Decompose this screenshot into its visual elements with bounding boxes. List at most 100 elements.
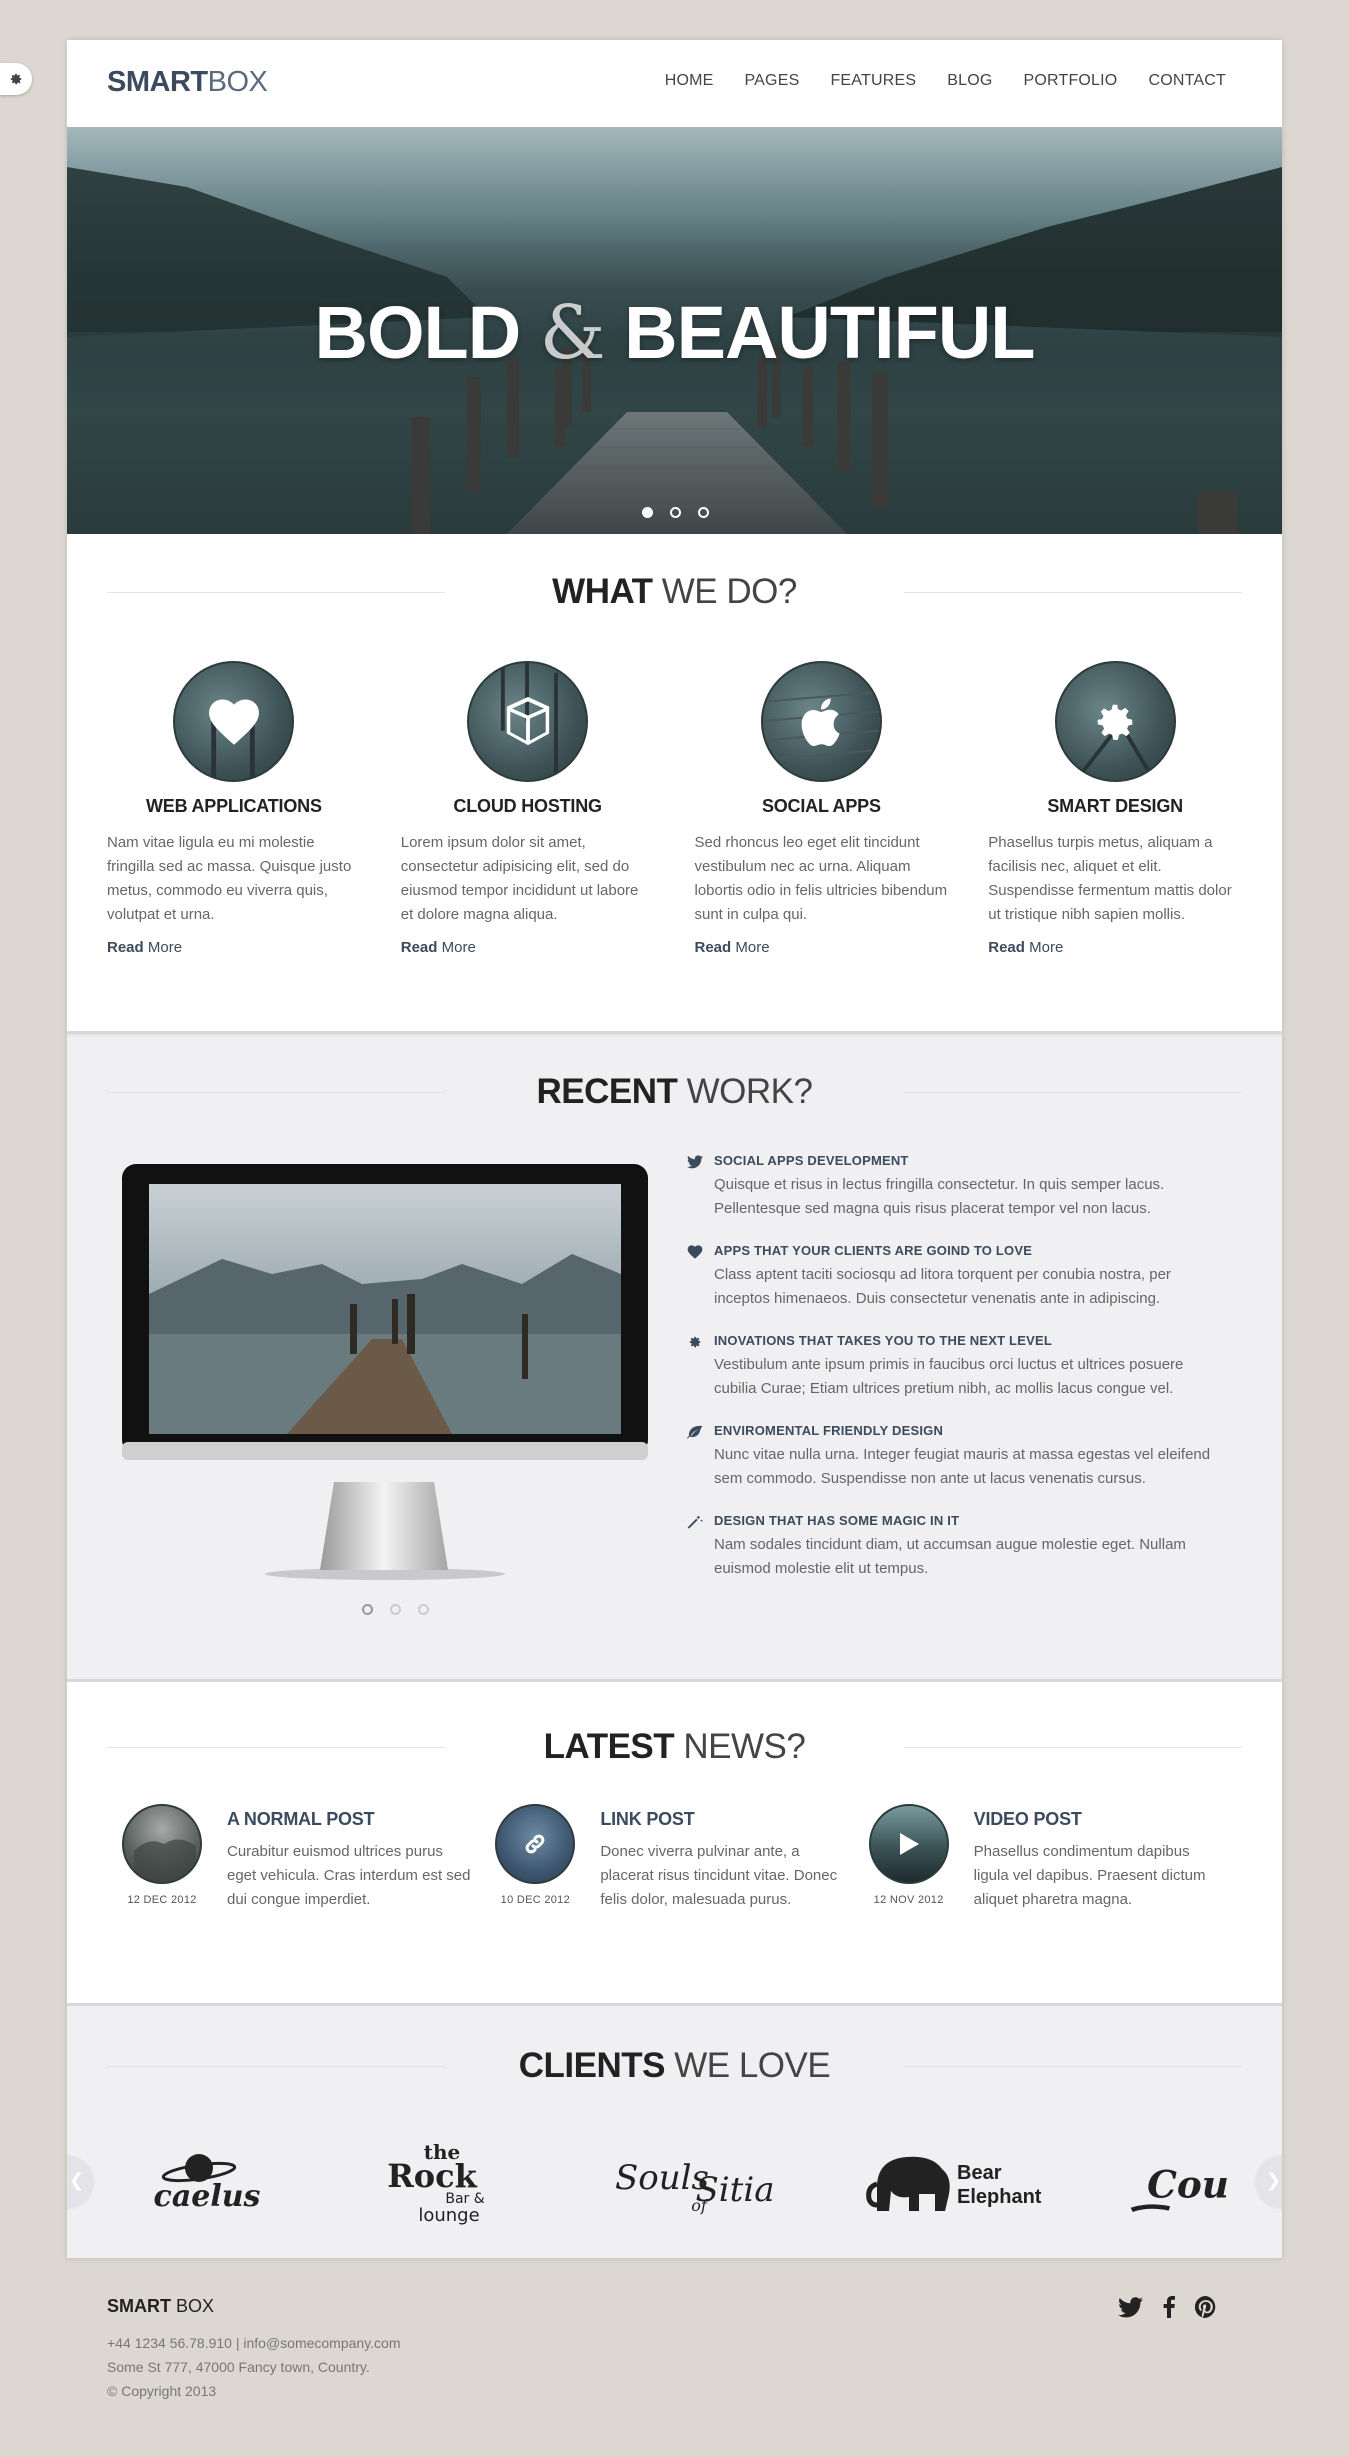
play-icon [899, 1833, 919, 1855]
footer-copyright: © Copyright 2013 [107, 2383, 217, 2399]
svg-text:lounge: lounge [418, 2205, 479, 2226]
site-logo[interactable]: SMARTBOX [107, 66, 268, 99]
nav-portfolio[interactable]: PORTFOLIO [1023, 72, 1117, 90]
portfolio-dot-1[interactable] [362, 1604, 373, 1615]
hero-dot-1[interactable] [642, 507, 653, 518]
service-title: SMART DESIGN [1047, 796, 1183, 816]
nav-blog[interactable]: BLOG [947, 72, 992, 90]
portfolio-dot-2[interactable] [390, 1604, 401, 1615]
read-more-link[interactable]: Read More [695, 939, 949, 956]
twitter-icon [687, 1155, 703, 1169]
clients-section: CLIENTS WE LOVE ❮ ❯ caelus the Rock Bar … [67, 2003, 1282, 2258]
service-card: SOCIAL APPS Sed rhoncus leo eget elit ti… [695, 661, 949, 956]
hero-pagination [642, 507, 709, 518]
footer-logo[interactable]: SMART BOX [107, 2296, 401, 2317]
nav-features[interactable]: FEATURES [830, 72, 916, 90]
news-post: 12 NOV 2012 VIDEO POST Phasellus condime… [868, 1804, 1242, 1954]
svg-text:caelus: caelus [154, 2179, 261, 2214]
service-icon-circle[interactable] [467, 661, 589, 782]
clients-next-button[interactable]: ❯ [1256, 2156, 1282, 2208]
chevron-left-icon: ❮ [69, 2170, 85, 2190]
cube-icon [506, 696, 549, 745]
news-post: 12 DEC 2012 A NORMAL POST Curabitur euis… [122, 1804, 495, 1954]
facebook-icon[interactable] [1163, 2296, 1175, 2318]
leaf-icon [687, 1425, 703, 1439]
latest-news-section: LATEST NEWS? 12 DEC 2012 A NORMAL POST C… [67, 1679, 1282, 2003]
clients-prev-button[interactable]: ❮ [67, 2156, 93, 2208]
post-title[interactable]: A NORMAL POST [227, 1809, 472, 1830]
gear-icon [1097, 704, 1134, 740]
gear-icon [689, 1336, 701, 1348]
news-post: 10 DEC 2012 LINK POST Donec viverra pulv… [495, 1804, 868, 1954]
service-text: Sed rhoncus leo eget elit tincidunt vest… [694, 834, 948, 923]
what-we-do-heading: WHAT WE DO? [67, 572, 1282, 612]
post-thumbnail[interactable] [868, 1804, 949, 1884]
post-title[interactable]: LINK POST [600, 1809, 845, 1830]
feature-text: Vestibulum ante ipsum primis in faucibus… [714, 1356, 1184, 1397]
post-excerpt: Donec viverra pulvinar ante, a placerat … [600, 1843, 838, 1908]
client-logo-the-rock[interactable]: the Rock Bar & lounge [377, 2139, 517, 2229]
clients-heading: CLIENTS WE LOVE [67, 2046, 1282, 2086]
link-icon [525, 1834, 545, 1854]
service-icon-circle[interactable] [760, 661, 882, 782]
settings-tab[interactable] [0, 63, 32, 95]
service-card: SMART DESIGN Phasellus turpis metus, ali… [988, 661, 1242, 956]
the-rock-logo: the Rock Bar & lounge [387, 2140, 485, 2226]
service-icon-circle[interactable] [173, 661, 295, 782]
chevron-right-icon: ❯ [1266, 2170, 1282, 2190]
feature-item: APPS THAT YOUR CLIENTS ARE GOIND TO LOVE… [687, 1243, 1227, 1311]
service-text: Lorem ipsum dolor sit amet, consectetur … [400, 834, 639, 923]
portfolio-slider [122, 1164, 648, 1615]
post-date: 10 DEC 2012 [500, 1894, 570, 1906]
recent-work-heading: RECENT WORK? [67, 1072, 1282, 1112]
hero-dot-2[interactable] [670, 507, 681, 518]
bear-elephant-logo: Bear Elephant [866, 2156, 1042, 2211]
portfolio-dot-3[interactable] [418, 1604, 429, 1615]
nav-home[interactable]: HOME [665, 72, 714, 90]
read-more-link[interactable]: Read More [107, 939, 361, 956]
caelus-logo: caelus [154, 2154, 261, 2214]
pinterest-icon[interactable] [1195, 2296, 1217, 2318]
service-card: WEB APPLICATIONS Nam vitae ligula eu mi … [107, 661, 361, 956]
post-thumbnail[interactable] [122, 1804, 202, 1884]
gear-icon [10, 73, 22, 85]
svg-text:Cou: Cou [1147, 2163, 1229, 2207]
feature-title: DESIGN THAT HAS SOME MAGIC IN IT [714, 1513, 960, 1528]
feature-text: Class aptent taciti sociosqu ad litora t… [714, 1266, 1171, 1307]
read-more-link[interactable]: Read More [988, 939, 1242, 956]
cloud-photo-icon [134, 1839, 196, 1882]
apple-icon [802, 697, 840, 746]
service-title: SOCIAL APPS [761, 796, 881, 816]
page-container: SMARTBOX HOME PAGES FEATURES BLOG PORTFO… [67, 40, 1282, 2258]
nav-contact[interactable]: CONTACT [1148, 72, 1226, 90]
service-card: CLOUD HOSTING Lorem ipsum dolor sit amet… [401, 661, 655, 956]
client-logo-bear-elephant[interactable]: Bear Elephant [857, 2139, 1057, 2229]
main-nav: HOME PAGES FEATURES BLOG PORTFOLIO CONTA… [665, 72, 1226, 90]
feature-title: APPS THAT YOUR CLIENTS ARE GOIND TO LOVE [714, 1243, 1033, 1258]
feature-title: ENVIROMENTAL FRIENDLY DESIGN [714, 1423, 944, 1438]
service-text: Phasellus turpis metus, aliquam a facili… [988, 834, 1232, 923]
news-posts: 12 DEC 2012 A NORMAL POST Curabitur euis… [122, 1804, 1242, 1954]
recent-work-section: RECENT WORK? SOCIAL APPS DEVELOPMENT Qui… [67, 1031, 1282, 1679]
service-icon-circle[interactable] [1054, 661, 1176, 782]
service-text: Nam vitae ligula eu mi molestie fringill… [107, 834, 352, 923]
nav-pages[interactable]: PAGES [745, 72, 800, 90]
post-excerpt: Curabitur euismod ultrices purus eget ve… [227, 1843, 471, 1908]
service-title: WEB APPLICATIONS [145, 796, 322, 816]
feature-text: Nunc vitae nulla urna. Integer feugiat m… [714, 1446, 1211, 1487]
post-date: 12 DEC 2012 [127, 1894, 197, 1906]
client-logo-souls-of-sitia[interactable]: Souls of Sitia [607, 2139, 787, 2229]
svg-text:Sitia: Sitia [696, 2170, 775, 2210]
hero-dot-3[interactable] [698, 507, 709, 518]
read-more-link[interactable]: Read More [401, 939, 655, 956]
twitter-icon[interactable] [1118, 2296, 1143, 2318]
monitor-image[interactable] [122, 1164, 648, 1584]
post-title[interactable]: VIDEO POST [974, 1809, 1219, 1830]
client-logo-cou[interactable]: Cou [1127, 2139, 1242, 2229]
post-excerpt: Phasellus condimentum dapibus ligula vel… [973, 1843, 1206, 1908]
portfolio-pagination [362, 1604, 429, 1615]
heart-icon [687, 1245, 703, 1259]
client-logo-caelus[interactable]: caelus [137, 2139, 277, 2229]
site-footer: SMART BOX +44 1234 56.78.910 | info@some… [107, 2296, 401, 2403]
post-thumbnail[interactable] [495, 1804, 576, 1884]
